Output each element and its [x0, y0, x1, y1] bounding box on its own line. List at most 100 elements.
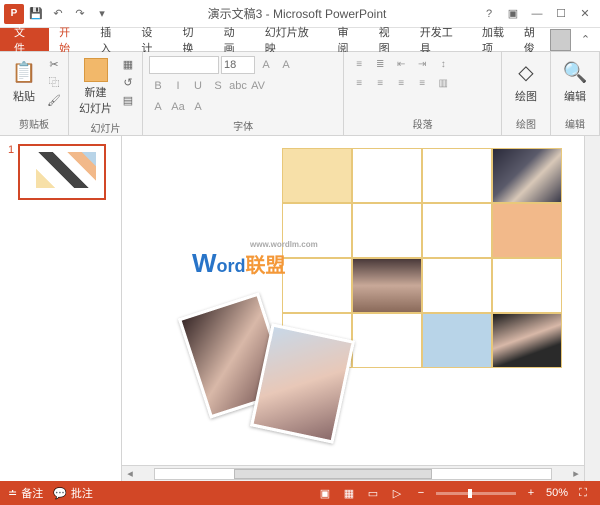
grid-cell[interactable]: [422, 258, 492, 313]
group-drawing: ◇ 绘图 绘图: [502, 52, 551, 135]
user-name[interactable]: 胡俊: [524, 24, 544, 56]
align-left-icon[interactable]: ≡: [350, 75, 368, 91]
tab-insert[interactable]: 插入: [90, 28, 131, 51]
zoom-in-icon[interactable]: +: [522, 485, 540, 501]
justify-icon[interactable]: ≡: [413, 75, 431, 91]
notes-button[interactable]: ≐备注: [8, 485, 43, 501]
drawing-button[interactable]: ◇ 绘图: [508, 56, 544, 106]
ribbon-options-icon[interactable]: ▣: [502, 3, 524, 25]
font-family-select[interactable]: [149, 56, 219, 74]
new-slide-button[interactable]: 新建 幻灯片: [75, 56, 116, 118]
sorter-view-icon[interactable]: ▦: [340, 485, 358, 501]
group-label: 段落: [350, 116, 495, 131]
reading-view-icon[interactable]: ▭: [364, 485, 382, 501]
shrink-font-icon[interactable]: A: [277, 56, 295, 74]
user-avatar[interactable]: [550, 29, 571, 51]
grid-cell[interactable]: [422, 148, 492, 203]
tab-animations[interactable]: 动画: [214, 28, 255, 51]
fit-window-icon[interactable]: ⛶: [574, 485, 592, 501]
horizontal-scrollbar[interactable]: ◂ ▸: [122, 465, 584, 481]
help-icon[interactable]: ?: [478, 3, 500, 25]
slide[interactable]: www.wordlm.com Word联盟: [182, 148, 572, 428]
scroll-left-icon[interactable]: ◂: [122, 466, 138, 482]
zoom-slider[interactable]: [436, 492, 516, 495]
group-slides: 新建 幻灯片 ▦ ↺ ▤ 幻灯片: [69, 52, 143, 135]
line-spacing-icon[interactable]: ↕: [434, 56, 452, 72]
group-label: 剪贴板: [6, 116, 62, 131]
grid-cell[interactable]: [352, 148, 422, 203]
scroll-track[interactable]: [154, 468, 552, 480]
collapse-ribbon-icon[interactable]: ⌃: [577, 33, 594, 46]
canvas-area[interactable]: www.wordlm.com Word联盟 ◂ ▸: [122, 136, 584, 481]
bold-button[interactable]: B: [149, 77, 167, 95]
vertical-scrollbar[interactable]: [584, 136, 600, 481]
underline-button[interactable]: U: [189, 77, 207, 95]
zoom-out-icon[interactable]: −: [412, 485, 430, 501]
scroll-right-icon[interactable]: ▸: [568, 466, 584, 482]
grid-cell[interactable]: [422, 203, 492, 258]
tab-developer[interactable]: 开发工具: [410, 28, 472, 51]
editing-button[interactable]: 🔍 编辑: [557, 56, 593, 106]
section-icon[interactable]: ▤: [120, 92, 136, 108]
align-right-icon[interactable]: ≡: [392, 75, 410, 91]
tab-view[interactable]: 视图: [369, 28, 410, 51]
grid-cell[interactable]: [352, 203, 422, 258]
watermark-ord: ord: [217, 256, 246, 276]
redo-icon[interactable]: ↷: [70, 4, 90, 24]
case-button[interactable]: Aa: [169, 98, 187, 116]
comments-button[interactable]: 💬批注: [53, 485, 93, 501]
grid-cell[interactable]: [422, 313, 492, 368]
numbering-icon[interactable]: ≣: [371, 56, 389, 72]
grid-cell[interactable]: [282, 203, 352, 258]
font-color-button[interactable]: A: [149, 98, 167, 116]
grid-cell[interactable]: [282, 258, 352, 313]
grow-font-icon[interactable]: A: [257, 56, 275, 74]
strike-button[interactable]: S: [209, 77, 227, 95]
bullets-icon[interactable]: ≡: [350, 56, 368, 72]
normal-view-icon[interactable]: ▣: [316, 485, 334, 501]
grid-cell[interactable]: [492, 258, 562, 313]
watermark-url: www.wordlm.com: [250, 240, 318, 249]
tab-design[interactable]: 设计: [131, 28, 172, 51]
italic-button[interactable]: I: [169, 77, 187, 95]
zoom-value[interactable]: 50%: [546, 487, 568, 499]
spacing-button[interactable]: AV: [249, 77, 267, 95]
slideshow-view-icon[interactable]: ▷: [388, 485, 406, 501]
thumbnail-item[interactable]: 1: [8, 144, 113, 200]
grid-cell[interactable]: [492, 203, 562, 258]
format-painter-icon[interactable]: 🖌: [46, 92, 62, 108]
maximize-icon[interactable]: ☐: [550, 3, 572, 25]
layout-icon[interactable]: ▦: [120, 56, 136, 72]
grid-photo[interactable]: [352, 258, 422, 313]
group-label: 编辑: [557, 116, 593, 131]
file-tab[interactable]: 文件: [0, 28, 49, 51]
tab-home[interactable]: 开始: [49, 28, 90, 51]
clear-format-button[interactable]: A: [189, 98, 207, 116]
reset-icon[interactable]: ↺: [120, 74, 136, 90]
qat-more-icon[interactable]: ▾: [92, 4, 112, 24]
indent-dec-icon[interactable]: ⇤: [392, 56, 410, 72]
zoom-thumb[interactable]: [468, 489, 472, 498]
tab-addins[interactable]: 加载项: [472, 28, 524, 51]
close-icon[interactable]: ✕: [574, 3, 596, 25]
align-center-icon[interactable]: ≡: [371, 75, 389, 91]
shadow-button[interactable]: abc: [229, 77, 247, 95]
columns-icon[interactable]: ▥: [434, 75, 452, 91]
grid-photo[interactable]: [492, 148, 562, 203]
minimize-icon[interactable]: —: [526, 3, 548, 25]
tab-transitions[interactable]: 切换: [173, 28, 214, 51]
cut-icon[interactable]: ✂: [46, 56, 62, 72]
paste-button[interactable]: 📋 粘贴: [6, 56, 42, 106]
grid-photo[interactable]: [492, 313, 562, 368]
indent-inc-icon[interactable]: ⇥: [413, 56, 431, 72]
font-size-select[interactable]: 18: [221, 56, 255, 74]
save-icon[interactable]: 💾: [26, 4, 46, 24]
scroll-thumb[interactable]: [234, 469, 432, 479]
app-icon[interactable]: P: [4, 4, 24, 24]
undo-icon[interactable]: ↶: [48, 4, 68, 24]
tab-review[interactable]: 审阅: [328, 28, 369, 51]
copy-icon[interactable]: ⿻: [46, 74, 62, 90]
grid-cell[interactable]: [282, 148, 352, 203]
tab-slideshow[interactable]: 幻灯片放映: [255, 28, 328, 51]
grid-cell[interactable]: [352, 313, 422, 368]
